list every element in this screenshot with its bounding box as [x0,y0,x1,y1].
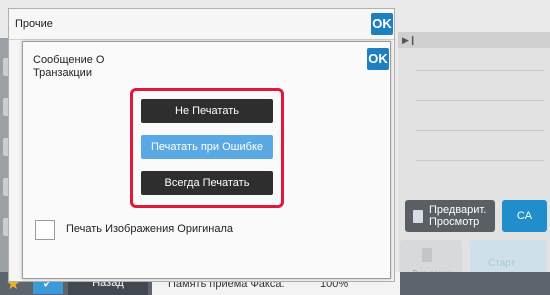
speaker-icon [422,248,432,262]
option-always-print[interactable]: Всегда Печатать [141,171,273,195]
ok-button[interactable]: OK [367,48,389,70]
clear-all-button[interactable]: CA [502,200,547,232]
ok-button[interactable]: OK [371,13,393,35]
dialog-title: Прочие [15,18,53,30]
dialog-title: Сообщение О Транзакции [33,54,105,79]
divider [416,160,544,161]
document-icon [413,209,423,223]
print-original-image-checkbox[interactable] [35,220,55,240]
option-print-on-error[interactable]: Печатать при Ошибке [141,135,273,159]
skip-forward-icon[interactable]: ▶❙ [402,35,416,46]
transaction-report-dialog: Сообщение О Транзакции OK Не Печатать Пе… [22,41,391,279]
dialog-header: Прочие OK [9,9,394,40]
start-button-label: Старт [488,258,516,269]
preview-button[interactable]: Предварит. Просмотр [405,200,495,232]
screen: ▶❙ Предварит. Просмотр CA Динамик Старт … [0,0,550,295]
divider [416,70,544,71]
divider [416,130,544,131]
right-panel-header [398,32,550,48]
preview-button-label: Предварит. Просмотр [429,204,487,228]
print-original-image-label: Печать Изображения Оригинала [66,223,233,235]
option-do-not-print[interactable]: Не Печатать [141,99,273,123]
print-option-group: Не Печатать Печатать при Ошибке Всегда П… [130,88,284,208]
divider [416,100,544,101]
